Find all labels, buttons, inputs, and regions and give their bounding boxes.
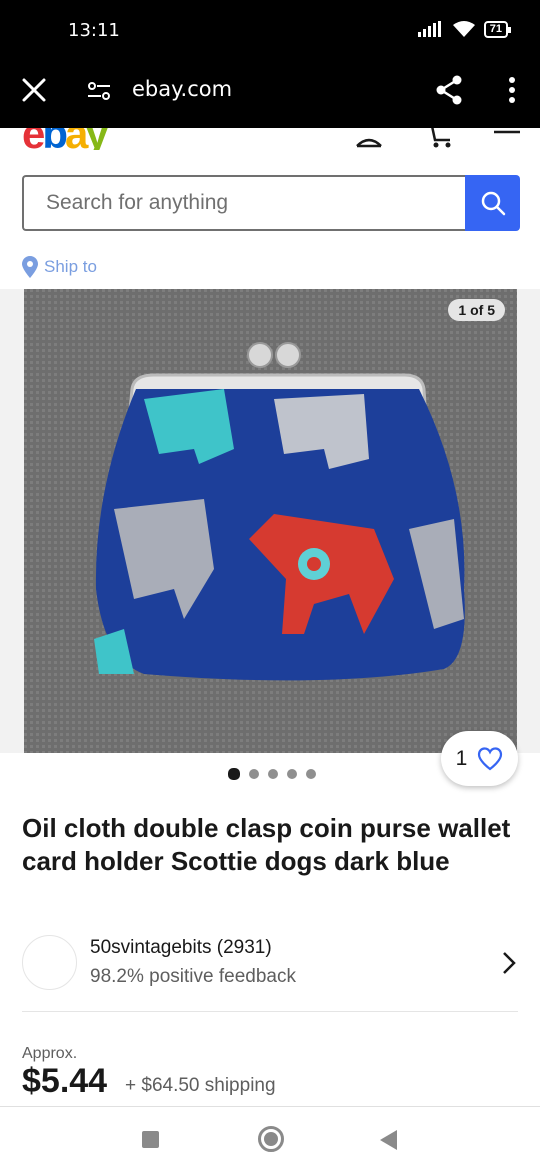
divider bbox=[22, 1011, 518, 1012]
ebay-header: ebay bbox=[0, 128, 540, 150]
wifi-icon bbox=[452, 21, 475, 37]
home-button[interactable] bbox=[258, 1126, 284, 1152]
chevron-right-icon bbox=[503, 952, 516, 974]
seller-info[interactable]: 50svintagebits (2931) 98.2% positive fee… bbox=[22, 933, 520, 991]
gallery-pagination bbox=[228, 768, 316, 780]
approx-label: Approx. bbox=[22, 1045, 78, 1062]
system-nav-bar bbox=[0, 1106, 540, 1170]
search-icon bbox=[481, 191, 505, 216]
status-icons: 71 bbox=[417, 20, 512, 38]
watch-button[interactable]: 1 bbox=[441, 731, 518, 786]
pagination-dot[interactable] bbox=[287, 769, 297, 779]
battery-icon: 71 bbox=[483, 20, 512, 38]
signal-icon bbox=[417, 21, 441, 37]
seller-name: 50svintagebits (2931) bbox=[90, 937, 272, 958]
menu-icon[interactable] bbox=[492, 128, 522, 148]
watch-count: 1 bbox=[455, 746, 468, 770]
site-settings-icon[interactable] bbox=[86, 78, 112, 104]
close-icon[interactable] bbox=[20, 76, 48, 104]
recents-button[interactable] bbox=[142, 1131, 159, 1148]
cart-icon[interactable] bbox=[424, 128, 454, 148]
item-title: Oil cloth double clasp coin purse wallet… bbox=[22, 813, 511, 876]
pagination-dot[interactable] bbox=[306, 769, 316, 779]
seller-feedback: 98.2% positive feedback bbox=[90, 966, 296, 987]
status-bar: 13:11 71 bbox=[0, 0, 540, 60]
back-button[interactable] bbox=[380, 1130, 397, 1150]
location-pin-icon bbox=[22, 256, 38, 278]
account-icon[interactable] bbox=[354, 128, 384, 148]
image-gallery[interactable]: 1 of 5 bbox=[0, 289, 540, 753]
search-input[interactable] bbox=[22, 175, 465, 231]
pagination-dot[interactable] bbox=[228, 768, 240, 780]
heart-icon bbox=[478, 746, 503, 770]
seller-avatar bbox=[22, 935, 77, 990]
pagination-dot[interactable] bbox=[268, 769, 278, 779]
ship-to-link[interactable]: Ship to bbox=[22, 256, 97, 278]
more-vert-icon[interactable] bbox=[504, 74, 520, 106]
pagination-dot[interactable] bbox=[249, 769, 259, 779]
share-icon[interactable] bbox=[434, 74, 464, 106]
coin-purse-image bbox=[24, 289, 517, 753]
shipping-cost: + $64.50 shipping bbox=[125, 1075, 276, 1096]
image-counter: 1 of 5 bbox=[448, 299, 505, 321]
status-time: 13:11 bbox=[68, 20, 120, 41]
product-photo[interactable]: 1 of 5 bbox=[24, 289, 517, 753]
search-bar bbox=[22, 175, 520, 231]
search-button[interactable] bbox=[465, 175, 520, 231]
ebay-logo[interactable]: ebay bbox=[22, 128, 109, 150]
item-price: $5.44 bbox=[22, 1062, 108, 1100]
ship-to-label: Ship to bbox=[44, 257, 97, 276]
browser-url-bar: ebay.com bbox=[0, 60, 540, 128]
url-text[interactable]: ebay.com bbox=[132, 77, 232, 101]
